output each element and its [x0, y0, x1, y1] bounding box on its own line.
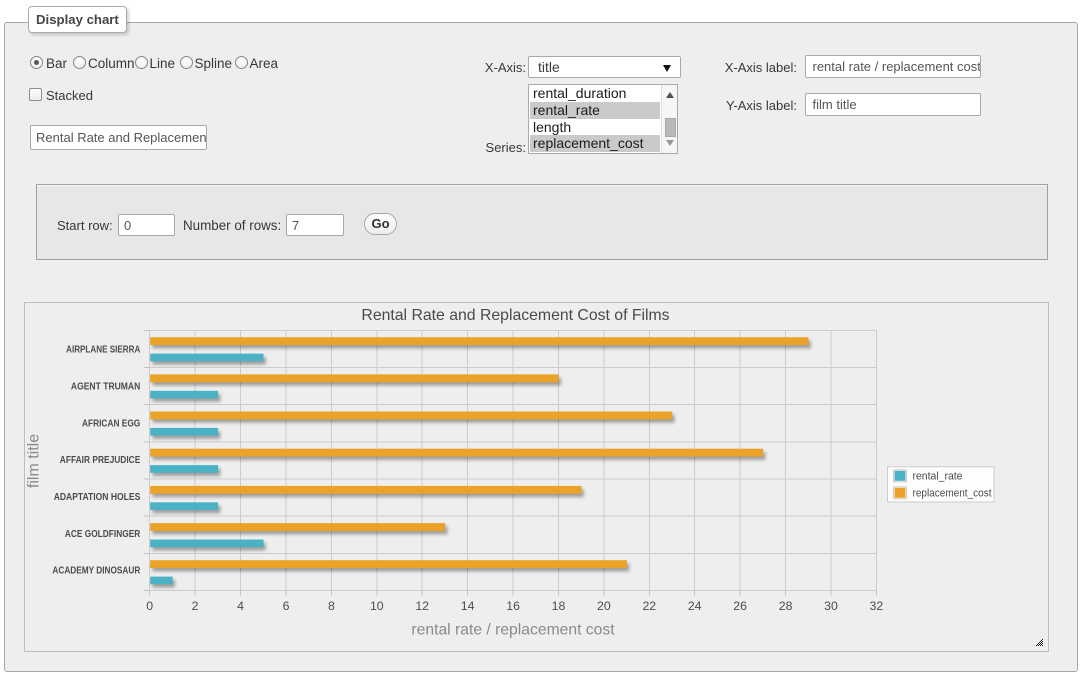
svg-text:22: 22 [642, 599, 656, 613]
svg-text:32: 32 [870, 599, 884, 613]
svg-text:AIRPLANE SIERRA: AIRPLANE SIERRA [66, 345, 141, 356]
svg-text:18: 18 [552, 599, 566, 613]
svg-text:10: 10 [370, 599, 384, 613]
svg-text:film title: film title [26, 434, 43, 488]
svg-text:replacement_cost: replacement_cost [913, 487, 993, 499]
svg-text:30: 30 [824, 599, 838, 613]
svg-text:rental_rate: rental_rate [913, 470, 963, 482]
svg-text:14: 14 [461, 599, 475, 613]
svg-text:8: 8 [328, 599, 335, 613]
svg-text:ADAPTATION HOLES: ADAPTATION HOLES [54, 492, 141, 503]
svg-text:2: 2 [192, 599, 199, 613]
svg-text:ACE GOLDFINGER: ACE GOLDFINGER [65, 529, 141, 540]
svg-text:AGENT TRUMAN: AGENT TRUMAN [71, 382, 140, 393]
svg-text:AFFAIR PREJUDICE: AFFAIR PREJUDICE [60, 455, 141, 466]
svg-text:12: 12 [415, 599, 429, 613]
svg-text:6: 6 [283, 599, 290, 613]
svg-text:ACADEMY DINOSAUR: ACADEMY DINOSAUR [52, 566, 140, 577]
svg-text:rental rate / replacement cost: rental rate / replacement cost [411, 622, 615, 639]
svg-text:24: 24 [688, 599, 702, 613]
svg-text:20: 20 [597, 599, 611, 613]
svg-text:26: 26 [733, 599, 747, 613]
svg-text:4: 4 [237, 599, 244, 613]
svg-text:28: 28 [779, 599, 793, 613]
svg-text:16: 16 [506, 599, 520, 613]
svg-text:AFRICAN EGG: AFRICAN EGG [82, 418, 140, 429]
svg-text:Rental Rate and Replacement Co: Rental Rate and Replacement Cost of Film… [361, 307, 669, 324]
svg-text:0: 0 [146, 599, 153, 613]
